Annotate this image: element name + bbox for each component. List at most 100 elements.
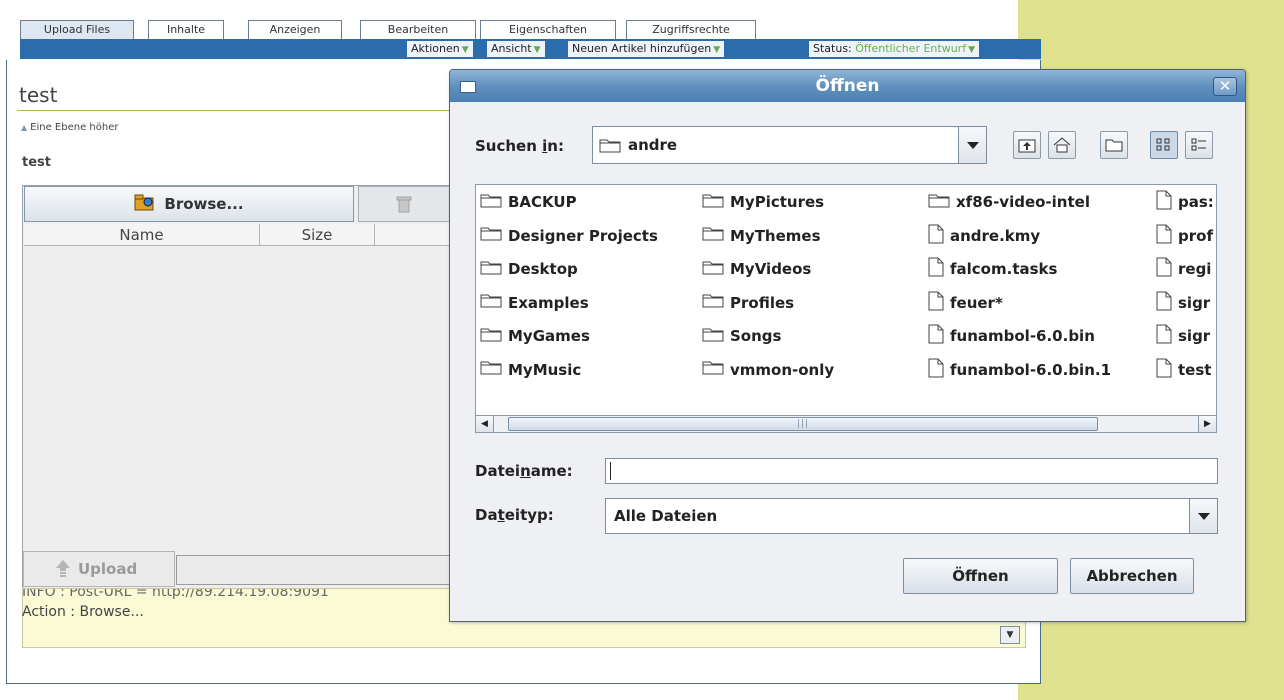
folder-item[interactable]: Examples [480,292,589,314]
file-icon [1156,257,1172,281]
file-icon [1156,291,1172,315]
file-name: sigr [1178,327,1211,345]
folder-item[interactable]: Designer Projects [480,225,658,247]
column-size[interactable]: Size [260,224,375,246]
file-name: Desktop [508,260,578,278]
folder-icon [702,293,724,312]
folder-item[interactable]: BACKUP [480,191,577,213]
folder-item[interactable]: xf86-video-intel [928,191,1090,213]
file-name: andre.kmy [950,226,1041,245]
up-one-level-button[interactable] [1013,131,1041,159]
file-icon [928,324,944,348]
folder-item[interactable]: Songs [702,325,781,347]
file-item[interactable]: funambol-6.0.bin.1 [928,358,1111,381]
file-name: Songs [730,327,782,345]
filetype-label: Dateityp: [475,506,554,524]
folder-item[interactable]: MyPictures [702,191,824,213]
column-name[interactable]: Name [24,224,260,246]
file-item[interactable]: andre.kmy [928,224,1041,248]
look-in-value: andre [628,136,678,154]
file-icon [928,291,944,315]
file-name: Examples [508,293,589,312]
filetype-dropdown-button[interactable] [1189,499,1217,533]
dialog-title: Öffnen [815,76,880,96]
folder-item[interactable]: MyVideos [702,258,811,280]
file-name: test [1178,360,1212,379]
file-icon [1156,224,1172,248]
tab-zugriffsrechte[interactable]: Zugriffsrechte [626,20,756,40]
log-line: Action : Browse... [22,604,144,620]
new-folder-button[interactable] [1100,131,1128,159]
filename-field[interactable] [605,458,1218,484]
upload-file-list[interactable] [24,247,452,547]
file-icon [928,257,944,281]
tab-upload-files[interactable]: Upload Files [20,20,134,40]
scroll-left-button[interactable]: ◀ [476,416,494,432]
file-list-scrollbar[interactable]: ◀ ||| ▶ [475,415,1217,433]
tab-bearbeiten[interactable]: Bearbeiten [360,20,476,40]
browse-button[interactable]: Browse... [24,186,354,222]
upload-progress-field [176,555,452,585]
file-name: MyMusic [508,360,582,379]
cancel-button[interactable]: Abbrechen [1070,558,1194,594]
folder-item[interactable]: MyMusic [480,359,581,381]
upload-button[interactable]: Upload [23,551,175,587]
file-name: sigr [1178,293,1211,312]
folder-pictures-icon [134,193,156,215]
file-item[interactable]: falcom.tasks [928,257,1057,281]
file-name: xf86-video-intel [956,193,1090,211]
details-view-button[interactable] [1185,131,1213,159]
file-name: MyVideos [730,260,812,278]
folder-item[interactable]: vmmon-only [702,359,834,381]
aktionen-menu[interactable]: Aktionen ▼ [407,41,474,57]
scroll-right-button[interactable]: ▶ [1198,416,1216,432]
file-item[interactable]: test [1156,358,1212,382]
file-item[interactable]: feuer* [928,291,1003,315]
folder-item[interactable]: Profiles [702,292,794,314]
upload-arrow-icon [56,560,70,577]
home-icon [1053,137,1071,153]
text-caret [610,462,611,480]
look-in-dropdown-button[interactable] [958,127,986,163]
open-file-dialog: Öffnen ✕ Suchen in: andre BACKUP Designer… [449,69,1246,622]
open-button[interactable]: Öffnen [903,558,1058,594]
close-icon: ✕ [1218,77,1232,95]
folder-icon [702,360,724,379]
folder-item[interactable]: Desktop [480,258,578,280]
remove-button[interactable] [358,186,450,222]
dialog-titlebar[interactable]: Öffnen ✕ [450,70,1245,102]
filetype-combo[interactable]: Alle Dateien [605,498,1218,534]
file-icon [928,224,944,248]
status-menu[interactable]: Status: Öffentlicher Entwurf ▼ [809,41,980,57]
tab-anzeigen[interactable]: Anzeigen [248,20,342,40]
file-icon [1156,358,1172,382]
neuen-artikel-menu[interactable]: Neuen Artikel hinzufügen ▼ [568,41,726,57]
folder-icon [480,360,502,379]
folder-item[interactable]: MyGames [480,325,590,347]
look-in-combo[interactable]: andre [592,126,987,164]
file-icon [1156,324,1172,348]
file-item[interactable]: funambol-6.0.bin [928,324,1095,348]
folder-icon [702,226,724,245]
file-item[interactable]: prof [1156,224,1213,248]
file-item[interactable]: regi [1156,257,1211,281]
tab-inhalte[interactable]: Inhalte [148,20,224,40]
folder-icon [702,193,724,212]
home-button[interactable] [1048,131,1076,159]
up-level-link[interactable]: ▲ Eine Ebene höher [21,122,118,133]
close-button[interactable]: ✕ [1213,77,1237,96]
folder-item[interactable]: MyThemes [702,225,821,247]
scrollbar-thumb[interactable]: ||| [508,417,1098,431]
ansicht-menu[interactable]: Ansicht ▼ [487,41,546,57]
log-dropdown-button[interactable]: ▼ [1000,626,1020,644]
tab-eigenschaften[interactable]: Eigenschaften [480,20,616,40]
list-view-button[interactable] [1150,131,1178,159]
folder-icon [480,260,502,279]
file-name: MyGames [508,327,590,345]
file-item[interactable]: pas: [1156,190,1214,213]
file-item[interactable]: sigr [1156,324,1211,348]
file-list[interactable]: BACKUP Designer Projects Desktop Examples My… [475,184,1217,416]
folder-icon [480,193,502,212]
file-item[interactable]: sigr [1156,291,1211,315]
new-folder-icon [1105,139,1123,152]
